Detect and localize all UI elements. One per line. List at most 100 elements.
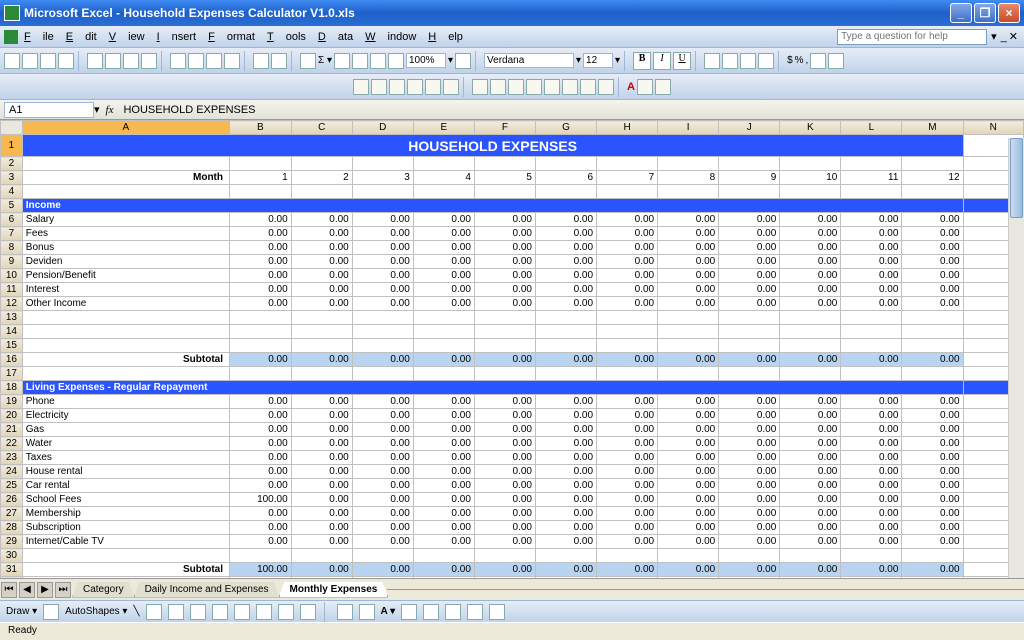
data-cell[interactable]: 0.00 — [230, 535, 292, 549]
row-label[interactable]: Deviden — [22, 255, 229, 269]
data-cell[interactable]: 0.00 — [841, 479, 902, 493]
data-cell[interactable]: 0.00 — [841, 507, 902, 521]
select-all-corner[interactable] — [1, 121, 23, 135]
column-header[interactable]: M — [902, 121, 963, 135]
data-cell[interactable]: 0.00 — [291, 423, 352, 437]
data-cell[interactable]: 0.00 — [291, 451, 352, 465]
subtotal-cell[interactable]: 0.00 — [535, 353, 596, 367]
data-cell[interactable]: 0.00 — [535, 535, 596, 549]
row-label[interactable]: Taxes — [22, 451, 229, 465]
data-cell[interactable]: 0.00 — [841, 241, 902, 255]
data-cell[interactable]: 0.00 — [474, 479, 535, 493]
formula-input[interactable]: HOUSEHOLD EXPENSES — [119, 103, 1024, 117]
zoom-box[interactable]: 100% — [406, 53, 446, 68]
data-cell[interactable]: 0.00 — [291, 241, 352, 255]
data-cell[interactable]: 0.00 — [291, 493, 352, 507]
data-cell[interactable]: 0.00 — [719, 395, 780, 409]
month-cell[interactable]: 8 — [658, 171, 719, 185]
data-cell[interactable]: 0.00 — [597, 213, 658, 227]
data-cell[interactable]: 0.00 — [719, 451, 780, 465]
font-size-select[interactable]: 12 — [583, 53, 613, 68]
data-cell[interactable]: 0.00 — [413, 283, 474, 297]
data-cell[interactable]: 0.00 — [413, 535, 474, 549]
dash-icon[interactable] — [423, 604, 439, 620]
shadow-icon[interactable] — [467, 604, 483, 620]
data-cell[interactable]: 0.00 — [658, 451, 719, 465]
tb2-icon[interactable] — [389, 79, 405, 95]
row-header[interactable]: 32 — [1, 577, 23, 579]
data-cell[interactable]: 0.00 — [352, 227, 413, 241]
data-cell[interactable]: 0.00 — [902, 423, 963, 437]
row-header[interactable]: 30 — [1, 549, 23, 563]
data-cell[interactable]: 0.00 — [597, 227, 658, 241]
data-cell[interactable]: 0.00 — [597, 493, 658, 507]
row-header[interactable]: 13 — [1, 311, 23, 325]
subtotal-cell[interactable]: 0.00 — [841, 353, 902, 367]
data-cell[interactable]: 0.00 — [413, 297, 474, 311]
data-cell[interactable]: 0.00 — [841, 465, 902, 479]
data-cell[interactable]: 0.00 — [841, 423, 902, 437]
data-cell[interactable]: 0.00 — [352, 241, 413, 255]
subtotal-cell[interactable]: 0.00 — [658, 353, 719, 367]
data-cell[interactable]: 0.00 — [474, 507, 535, 521]
column-header[interactable]: H — [597, 121, 658, 135]
menu-edit[interactable]: Edit — [66, 31, 97, 43]
tb2-icon[interactable] — [425, 79, 441, 95]
help-icon[interactable] — [455, 53, 471, 69]
row-label[interactable]: School Fees — [22, 493, 229, 507]
subtotal-cell[interactable]: 0.00 — [719, 353, 780, 367]
data-cell[interactable]: 0.00 — [291, 437, 352, 451]
data-cell[interactable]: 0.00 — [474, 409, 535, 423]
data-cell[interactable]: 0.00 — [841, 437, 902, 451]
data-cell[interactable]: 0.00 — [535, 465, 596, 479]
tb2-icon[interactable] — [544, 79, 560, 95]
subtotal-cell[interactable]: 0.00 — [597, 353, 658, 367]
data-cell[interactable]: 0.00 — [597, 395, 658, 409]
row-header[interactable]: 8 — [1, 241, 23, 255]
data-cell[interactable]: 0.00 — [413, 423, 474, 437]
bold-button[interactable]: B — [633, 52, 651, 70]
data-cell[interactable]: 0.00 — [658, 269, 719, 283]
column-header[interactable]: D — [352, 121, 413, 135]
column-header[interactable]: E — [413, 121, 474, 135]
data-cell[interactable]: 0.00 — [291, 507, 352, 521]
data-cell[interactable]: 0.00 — [658, 283, 719, 297]
data-cell[interactable]: 0.00 — [230, 479, 292, 493]
subtotal-cell[interactable]: 0.00 — [474, 353, 535, 367]
close-button[interactable]: × — [998, 3, 1020, 23]
data-cell[interactable]: 0.00 — [902, 437, 963, 451]
data-cell[interactable]: 0.00 — [658, 507, 719, 521]
data-cell[interactable]: 0.00 — [780, 451, 841, 465]
data-cell[interactable]: 0.00 — [719, 493, 780, 507]
data-cell[interactable]: 0.00 — [719, 297, 780, 311]
data-cell[interactable]: 0.00 — [780, 283, 841, 297]
tab-nav-prev[interactable]: ◀ — [19, 582, 35, 598]
row-label[interactable]: Water — [22, 437, 229, 451]
month-cell[interactable]: 5 — [474, 171, 535, 185]
row-header[interactable]: 4 — [1, 185, 23, 199]
decrease-decimal-icon[interactable] — [828, 53, 844, 69]
data-cell[interactable]: 0.00 — [780, 437, 841, 451]
subtotal-cell[interactable]: 0.00 — [352, 563, 413, 577]
subtotal-cell[interactable]: 0.00 — [658, 563, 719, 577]
data-cell[interactable]: 0.00 — [658, 535, 719, 549]
data-cell[interactable]: 0.00 — [902, 269, 963, 283]
data-cell[interactable]: 0.00 — [597, 465, 658, 479]
data-cell[interactable]: 0.00 — [474, 423, 535, 437]
data-cell[interactable]: 0.00 — [597, 241, 658, 255]
row-header[interactable]: 26 — [1, 493, 23, 507]
menu-window[interactable]: Window — [365, 31, 416, 43]
data-cell[interactable]: 0.00 — [902, 241, 963, 255]
data-cell[interactable]: 0.00 — [658, 423, 719, 437]
data-cell[interactable]: 0.00 — [352, 395, 413, 409]
data-cell[interactable]: 0.00 — [780, 493, 841, 507]
data-cell[interactable]: 0.00 — [719, 521, 780, 535]
row-header[interactable]: 5 — [1, 199, 23, 213]
data-cell[interactable]: 0.00 — [719, 507, 780, 521]
menu-help[interactable]: Help — [428, 31, 463, 43]
tb2-icon[interactable] — [508, 79, 524, 95]
tb2-icon[interactable] — [655, 79, 671, 95]
data-cell[interactable]: 0.00 — [902, 535, 963, 549]
subtotal-cell[interactable]: 0.00 — [230, 353, 292, 367]
tb2-icon[interactable] — [443, 79, 459, 95]
